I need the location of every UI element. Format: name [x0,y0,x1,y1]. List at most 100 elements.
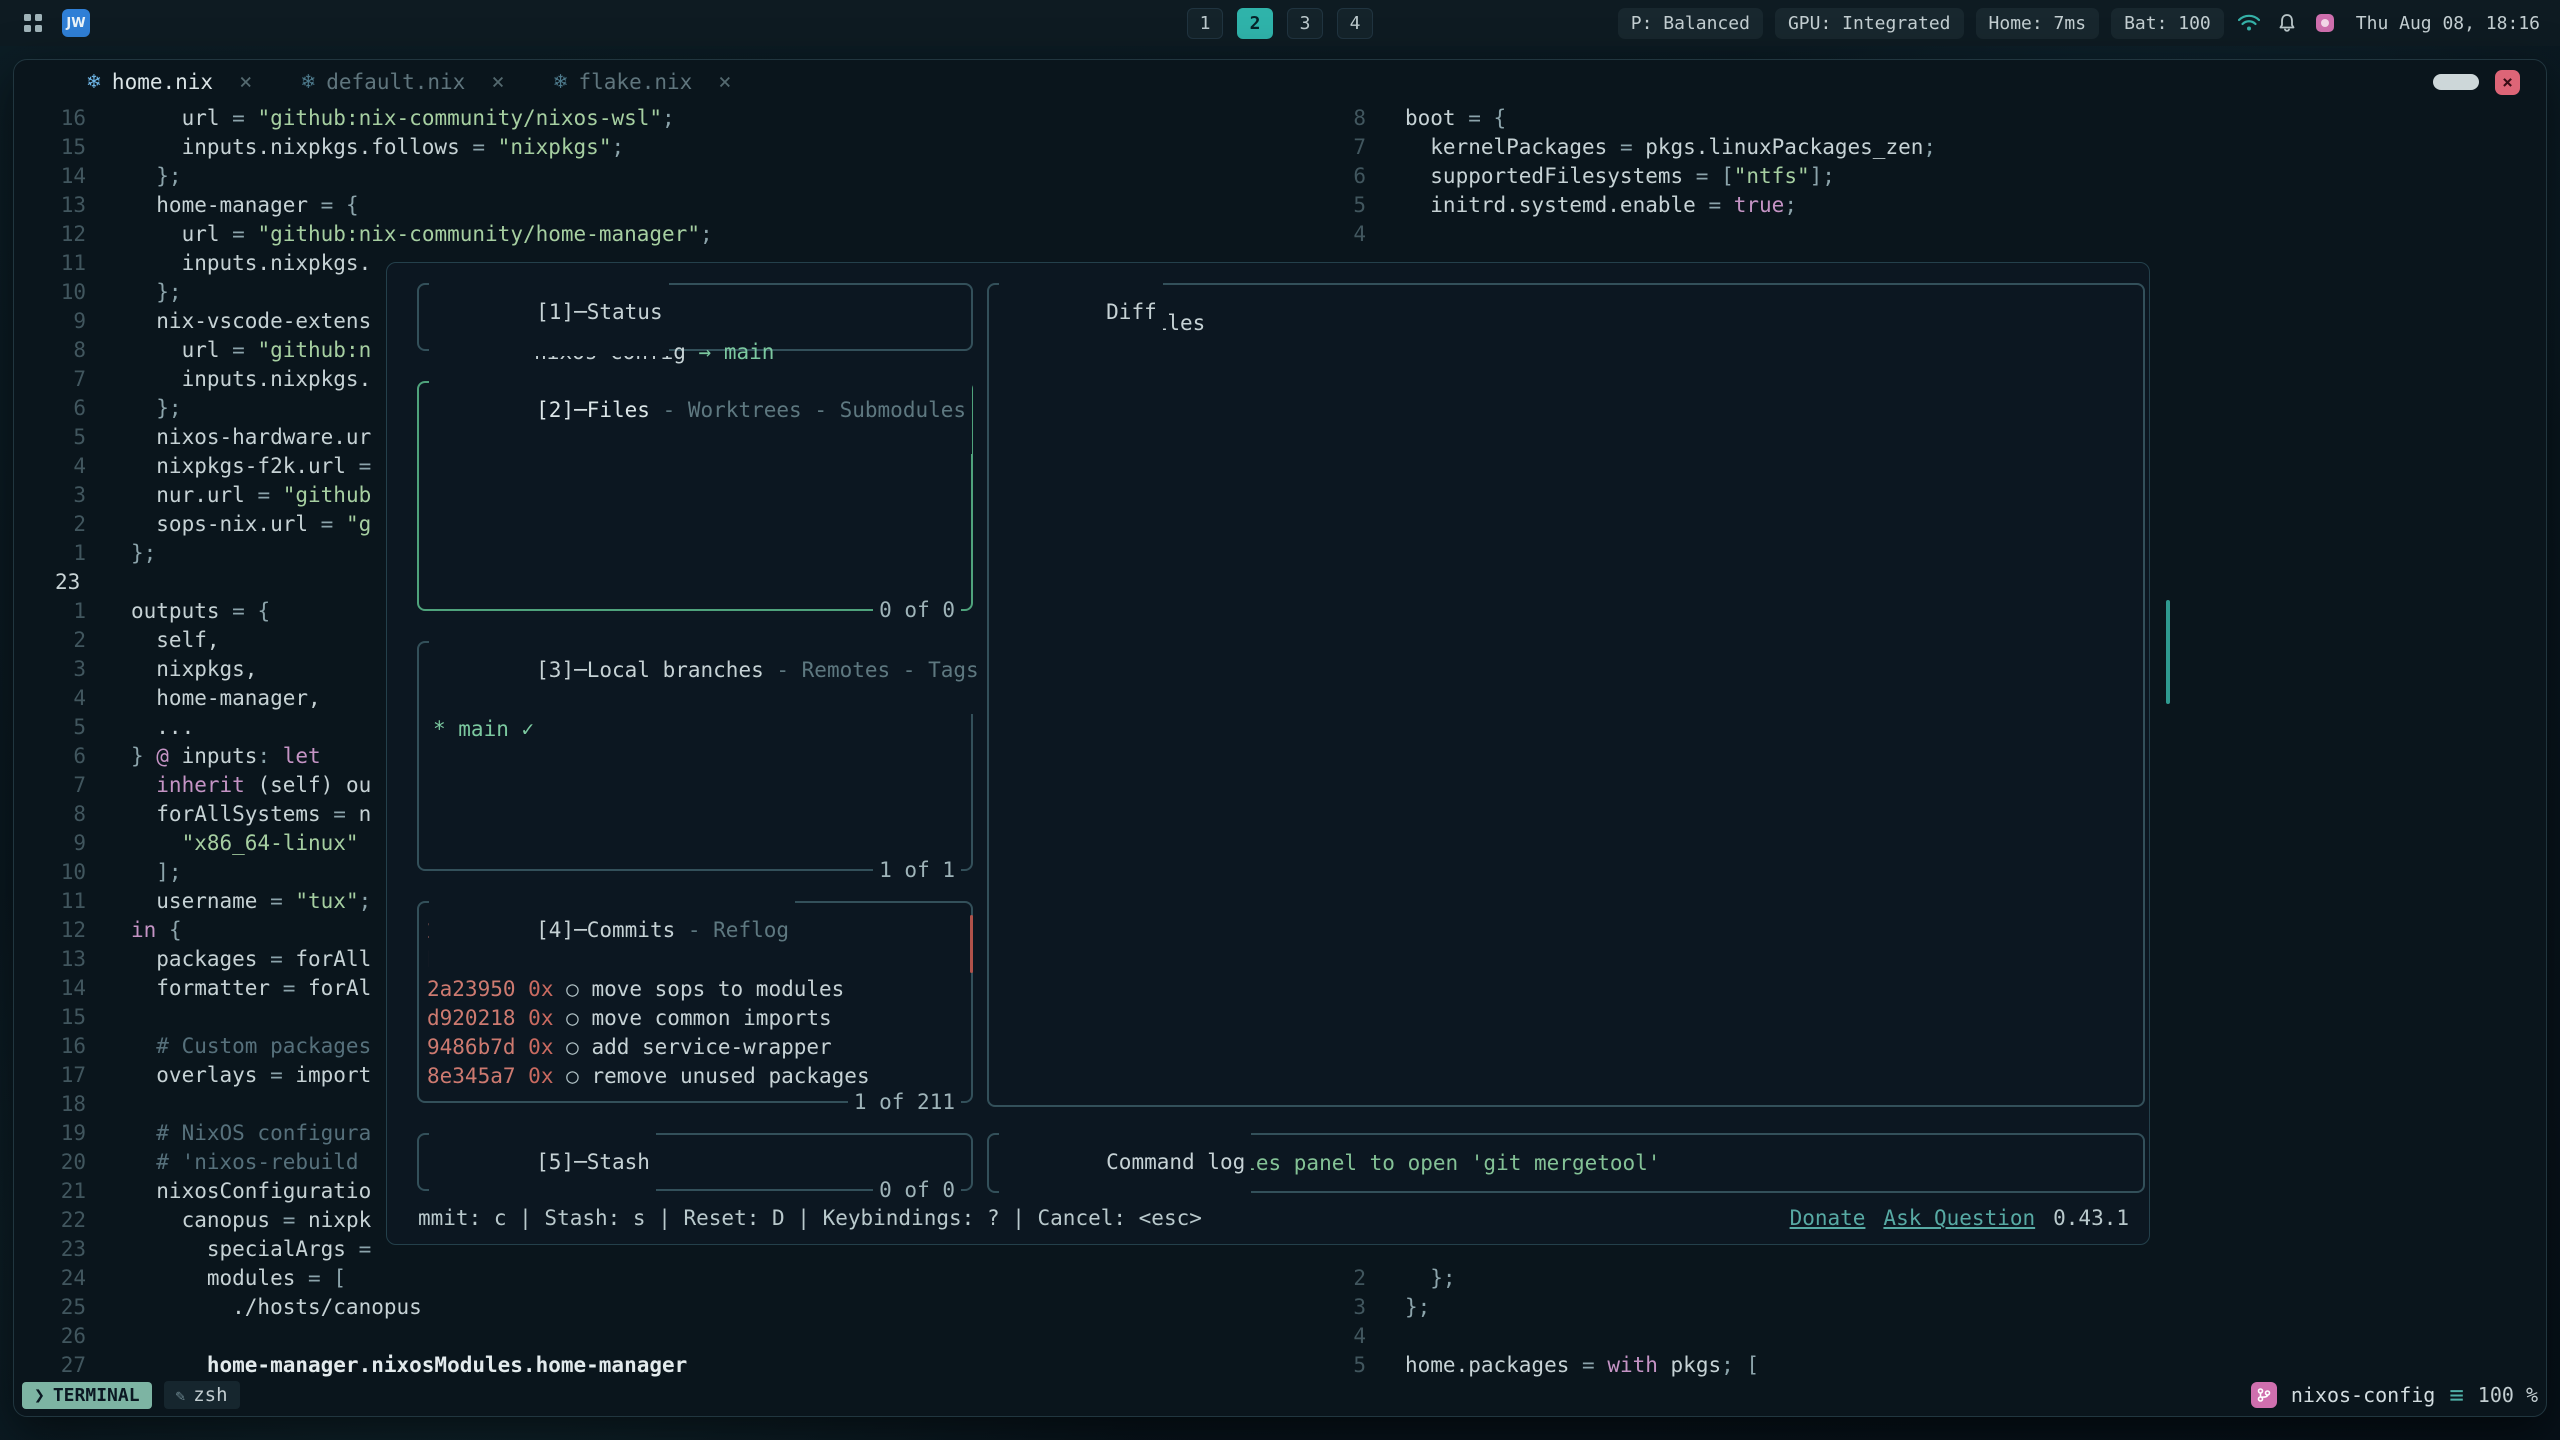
code-text: specialArgs = [131,1235,371,1264]
branch-item[interactable]: * main ✓ [433,715,957,744]
line-number: 2 [14,626,86,655]
commit-message: remove unused packages [591,1064,869,1088]
lazygit-branches-panel[interactable]: [3]─Local branches - Remotes - Tags * ma… [417,641,973,871]
terminal-mode-icon: ❯ [34,1385,45,1406]
line-number: 3 [1332,1293,1366,1322]
line-number: 12 [14,220,86,249]
code-text: modules = [ [131,1264,346,1293]
mode-indicator: ❯ TERMINAL [22,1382,152,1409]
commit-row[interactable]: 9486b7d 0x ○ add service-wrapper [427,1033,957,1062]
code-text: sops-nix.url = "g [131,510,371,539]
code-text: inputs.nixpkgs. [131,365,371,394]
line-number: 27 [14,1351,86,1380]
workspace-button-1[interactable]: 1 [1187,8,1223,39]
line-number: 6 [1332,162,1366,191]
line-number: 12 [14,916,86,945]
lines-icon: ≡ [2449,1383,2463,1407]
line-number: 13 [14,191,86,220]
commit-author: 0x [528,977,553,1001]
lazygit-commits-panel[interactable]: [4]─Commits - Reflog 2717f2f 0x ○ add mo… [417,901,973,1103]
code-text: outputs = { [131,597,270,626]
code-line: 7 kernelPackages = pkgs.linuxPackages_ze… [1332,133,2547,162]
commit-hash: 8e345a7 [427,1064,516,1088]
lazygit-files-panel[interactable]: [2]─Files - Worktrees - Submodules 0 of … [417,381,973,611]
tab-label: home.nix [112,70,213,94]
tab-close-icon[interactable]: × [239,70,252,95]
editor-pane-right[interactable]: 8boot = {7 kernelPackages = pkgs.linuxPa… [1332,104,2547,249]
code-text: kernelPackages = pkgs.linuxPackages_zen; [1405,133,1936,162]
code-line: 6 supportedFilesystems = ["ntfs"]; [1332,162,2547,191]
code-text: nixosConfiguratio [131,1177,371,1206]
commit-row[interactable]: 8e345a7 0x ○ remove unused packages [427,1062,957,1091]
apps-grid-icon[interactable] [20,10,46,36]
terminal-window: ❄home.nix×❄default.nix×❄flake.nix× × 16 … [13,59,2547,1417]
files-panel-title: [2]─Files - Worktrees - Submodules [429,367,972,454]
code-text: home-manager, [131,684,321,713]
commit-row[interactable]: d920218 0x ○ move common imports [427,1004,957,1033]
code-text: canopus = nixpk [131,1206,371,1235]
tab-flake.nix[interactable]: ❄flake.nix× [529,60,756,104]
tab-close-icon[interactable]: × [491,70,504,95]
code-text: inputs.nixpkgs.follows = "nixpkgs"; [131,133,624,162]
lazygit-diff-panel[interactable]: Diff No changed files [987,283,2145,1107]
color-picker-icon[interactable] [2312,10,2338,36]
commit-row[interactable]: 2a23950 0x ○ move sops to modules [427,975,957,1004]
code-text: }; [131,162,182,191]
commit-author: 0x [528,1006,553,1030]
code-text: url = "github:nix-community/home-manager… [131,220,713,249]
commits-scrollbar[interactable] [970,915,973,973]
keybar-link-ask-question[interactable]: Ask Question [1883,1206,2035,1230]
tab-default.nix[interactable]: ❄default.nix× [276,60,528,104]
clock: Thu Aug 08, 18:16 [2356,13,2540,34]
commit-message: move sops to modules [591,977,844,1001]
editor-scrollbar[interactable] [2166,600,2170,704]
window-close-button[interactable]: × [2495,70,2520,95]
commit-hash: 9486b7d [427,1035,516,1059]
lazygit-keybar: mmit: c | Stash: s | Reset: D | Keybindi… [418,1204,2129,1233]
lazygit-version: 0.43.1 [2053,1204,2129,1233]
lazygit-status-panel[interactable]: [1]─Status nixos-config → main [417,283,973,351]
lazygit-floating-pane[interactable]: [1]─Status nixos-config → main [2]─Files… [386,262,2150,1245]
nix-snowflake-icon: ❄ [86,71,102,93]
code-line: 8boot = { [1332,104,2547,133]
lazygit-command-log-panel[interactable]: Command log press 'M' in the files panel… [987,1133,2145,1193]
current-line-number: 23 [14,568,86,597]
workspace-button-4[interactable]: 4 [1337,8,1373,39]
line-number: 20 [14,1148,86,1177]
lazygit-stash-panel[interactable]: [5]─Stash 0 of 0 [417,1133,973,1191]
code-text: nixpkgs, [131,655,257,684]
code-line: 4 [1332,220,2547,249]
line-number: 9 [14,307,86,336]
code-line: 26 [14,1322,1332,1351]
commit-author: 0x [528,1064,553,1088]
code-line: 16 url = "github:nix-community/nixos-wsl… [14,104,1332,133]
status-chips: P: BalancedGPU: IntegratedHome: 7msBat: … [1618,8,2224,39]
code-line: 5 initrd.systemd.enable = true; [1332,191,2547,220]
line-number: 2 [1332,1264,1366,1293]
code-line: 15 inputs.nixpkgs.follows = "nixpkgs"; [14,133,1332,162]
stash-panel-title: [5]─Stash [429,1119,656,1206]
command-log-title: Command log [999,1119,1251,1206]
nix-snowflake-icon: ❄ [553,71,569,93]
line-number: 18 [14,1090,86,1119]
bell-icon[interactable] [2274,10,2300,36]
launcher-logo[interactable]: JW [62,9,90,37]
workspace-button-2[interactable]: 2 [1237,8,1273,39]
keybar-link-donate[interactable]: Donate [1790,1206,1866,1230]
workspace-button-3[interactable]: 3 [1287,8,1323,39]
code-line: 12 url = "github:nix-community/home-mana… [14,220,1332,249]
tab-close-icon[interactable]: × [718,70,731,95]
code-text: }; [1405,1264,1456,1293]
line-number: 1 [14,539,86,568]
code-line: 13 home-manager = { [14,191,1332,220]
commit-hash: 2a23950 [427,977,516,1001]
wifi-icon[interactable] [2236,10,2262,36]
code-text: url = "github:n [131,336,371,365]
window-pill-button[interactable] [2433,74,2479,90]
branches-count: 1 of 1 [873,856,961,885]
editor-pane-right-bottom[interactable]: 2 };3};45home.packages = with pkgs; [ [1332,1264,2547,1380]
line-number: 3 [14,481,86,510]
tab-home.nix[interactable]: ❄ home.nix × [62,60,276,104]
commits-count: 1 of 211 [848,1088,961,1117]
code-text: username = "tux"; [131,887,371,916]
